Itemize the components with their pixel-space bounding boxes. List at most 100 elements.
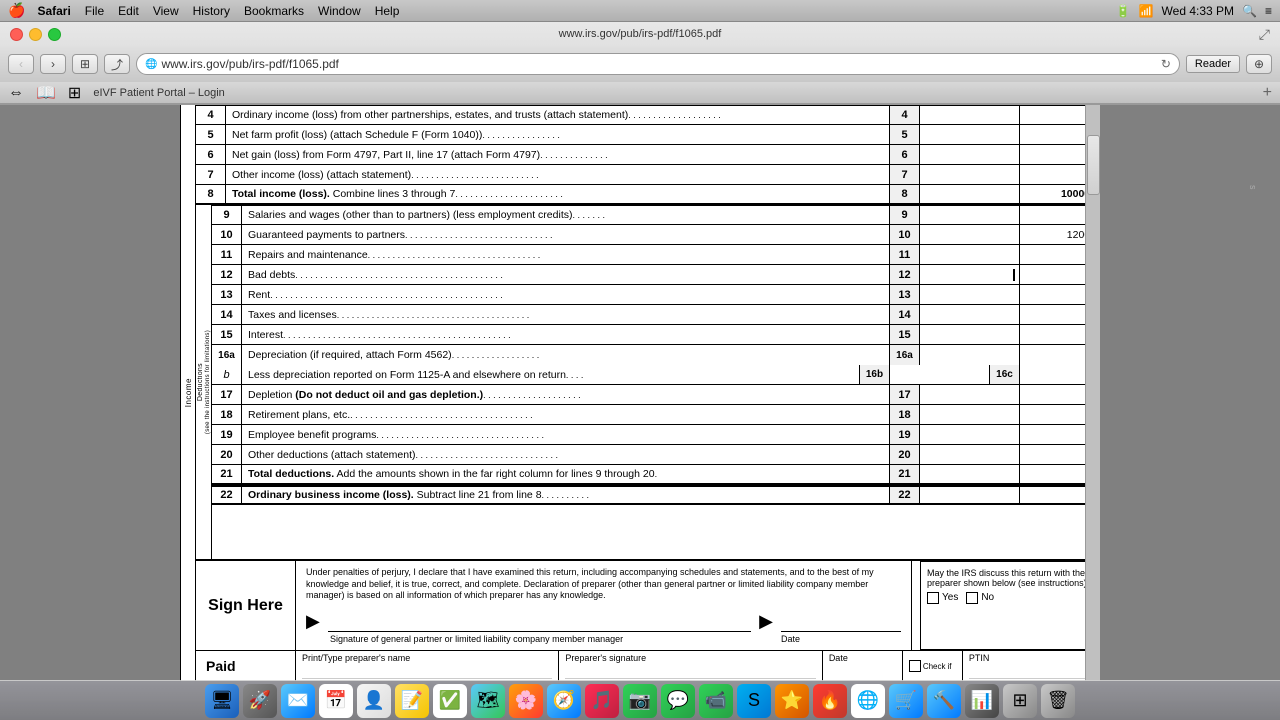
address-bar[interactable]: 🌐 ↻ [136, 53, 1180, 75]
value-cell [920, 445, 1020, 464]
url-input[interactable] [161, 57, 1156, 71]
scrollbar-thumb[interactable] [1087, 135, 1100, 195]
dock-icon-contacts[interactable]: 👤 [357, 684, 391, 718]
dock-icon-safari[interactable]: 🧭 [547, 684, 581, 718]
table-row: 22 Ordinary business income (loss). Subt… [212, 485, 1100, 505]
if-label: if [948, 662, 952, 671]
menu-safari[interactable]: Safari [37, 4, 70, 18]
dock-icon-photos[interactable]: 🌸 [509, 684, 543, 718]
dock-icon-reminders[interactable]: ✅ [433, 684, 467, 718]
row-description: Depletion (Do not deduct oil and gas dep… [242, 385, 890, 404]
menu-bookmarks[interactable]: Bookmarks [244, 4, 304, 18]
forward-button[interactable]: › [40, 54, 66, 74]
side-note: s [1248, 185, 1258, 190]
dock-icon-skype[interactable]: S [737, 684, 771, 718]
time-display: Wed 4:33 PM [1162, 4, 1234, 18]
close-button[interactable] [10, 28, 23, 41]
row-number: 17 [212, 385, 242, 404]
row-number: 13 [212, 285, 242, 304]
preparer-sig-field[interactable] [565, 663, 815, 679]
row-number: 22 [212, 487, 242, 503]
dock-icon-messages[interactable]: 💬 [661, 684, 695, 718]
share-button[interactable]: ⤴ [104, 54, 130, 74]
wifi-icon: 📶 [1139, 4, 1154, 18]
back-button[interactable]: ‹ [8, 54, 34, 74]
minimize-button[interactable] [29, 28, 42, 41]
table-row: 9 Salaries and wages (other than to part… [212, 205, 1100, 225]
date-line[interactable] [781, 610, 901, 632]
field-number: 14 [890, 305, 920, 324]
field-16c: 16c [990, 365, 1020, 384]
bookmarks-button[interactable]: ⊞ [72, 54, 98, 74]
menu-help[interactable]: Help [375, 4, 400, 18]
list-icon[interactable]: ≡ [1265, 4, 1272, 18]
dock-icon-facetime[interactable]: 📹 [699, 684, 733, 718]
menu-file[interactable]: File [85, 4, 104, 18]
no-checkbox-item[interactable]: No [966, 592, 994, 604]
dock-icon-flash[interactable]: 🔥 [813, 684, 847, 718]
menu-view[interactable]: View [153, 4, 179, 18]
no-checkbox[interactable] [966, 592, 978, 604]
sign-perjury-text: Under penalties of perjury, I declare th… [306, 567, 901, 602]
value-cell [920, 245, 1020, 264]
row-number: 21 [212, 465, 242, 483]
add-page-button[interactable]: + [1263, 84, 1272, 102]
dock-icon-mail[interactable]: ✉️ [281, 684, 315, 718]
table-row: 6 Net gain (loss) from Form 4797, Part I… [196, 145, 1100, 165]
search-icon[interactable]: 🔍 [1242, 4, 1257, 18]
dock-icon-notes[interactable]: 📝 [395, 684, 429, 718]
preparer-name-field[interactable] [302, 663, 552, 679]
income-label: Income [182, 376, 195, 409]
refresh-button[interactable]: ↻ [1161, 57, 1171, 71]
menu-history[interactable]: History [193, 4, 230, 18]
dock-icon-dash[interactable]: 📊 [965, 684, 999, 718]
table-row: 12 Bad debts . . . . . . . . . . . . . .… [212, 265, 1100, 285]
irs-discuss-text: May the IRS discuss this return with the… [927, 568, 1093, 588]
reader-button[interactable]: Reader [1186, 55, 1240, 73]
menu-edit[interactable]: Edit [118, 4, 139, 18]
dock-icon-launchpad2[interactable]: ⊞ [1003, 684, 1037, 718]
signature-line[interactable] [328, 610, 751, 632]
window-title: www.irs.gov/pub/irs-pdf/f1065.pdf [559, 28, 722, 40]
sidebar-toggle[interactable]: ⇔ [8, 84, 24, 102]
preparer-sig-label: Preparer's signature [565, 653, 815, 663]
row-description: Depreciation (if required, attach Form 4… [242, 345, 890, 365]
lock-icon: 🌐 [145, 59, 157, 70]
field-number: 20 [890, 445, 920, 464]
menu-window[interactable]: Window [318, 4, 361, 18]
dock-icon-reeder[interactable]: ⭐ [775, 684, 809, 718]
dock-icon-finder[interactable]: 🖥 [205, 684, 239, 718]
dock-icon-music[interactable]: 🎵 [585, 684, 619, 718]
scrollbar[interactable] [1085, 105, 1100, 681]
dock-icon-trash[interactable]: 🗑 [1041, 684, 1075, 718]
dock-icon-store[interactable]: 🛒 [889, 684, 923, 718]
table-row: 20 Other deductions (attach statement) .… [212, 445, 1100, 465]
ptin-field[interactable] [969, 663, 1094, 679]
table-row: 8 Total income (loss). Combine lines 3 t… [196, 185, 1100, 205]
yes-checkbox-item[interactable]: Yes [927, 592, 958, 604]
dock-icon-xcode[interactable]: 🔨 [927, 684, 961, 718]
dock-icon-maps[interactable]: 🗺 [471, 684, 505, 718]
dock-icon-launchpad[interactable]: 🚀 [243, 684, 277, 718]
grid-toggle[interactable]: ⊞ [68, 83, 81, 103]
row-description: Interest . . . . . . . . . . . . . . . .… [242, 325, 890, 344]
window-resize-button[interactable]: ⤢ [1259, 26, 1270, 43]
apple-menu[interactable]: 🍎 [8, 2, 25, 19]
irs-discuss-box: May the IRS discuss this return with the… [920, 561, 1100, 650]
zoom-button[interactable]: ⊕ [1246, 54, 1272, 74]
fullscreen-button[interactable] [48, 28, 61, 41]
browser-titlebar: www.irs.gov/pub/irs-pdf/f1065.pdf ⤢ [0, 22, 1280, 46]
field-number: 4 [890, 106, 920, 124]
self-employed-checkbox[interactable] [909, 660, 921, 672]
dock-icon-calendar[interactable]: 📅 [319, 684, 353, 718]
reading-list-toggle[interactable]: 📖 [36, 83, 56, 103]
value-cell [920, 106, 1020, 124]
bookmark-eivf[interactable]: eIVF Patient Portal – Login [93, 87, 224, 99]
yes-checkbox[interactable] [927, 592, 939, 604]
field-number: 6 [890, 145, 920, 164]
table-row: 14 Taxes and licenses . . . . . . . . . … [212, 305, 1100, 325]
dock-icon-iphoto[interactable]: 📷 [623, 684, 657, 718]
field-number: 16a [890, 345, 920, 365]
dock-icon-chrome[interactable]: 🌐 [851, 684, 885, 718]
deductions-label: Deductions (see the instructions for lim… [196, 328, 213, 436]
